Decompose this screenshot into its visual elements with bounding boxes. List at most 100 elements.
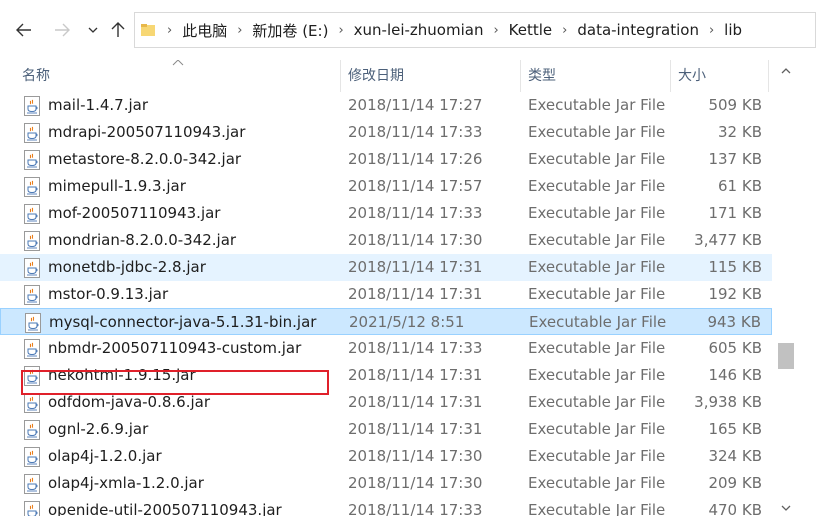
file-size: 61 KB: [718, 177, 762, 195]
file-row[interactable]: olap4j-1.2.0.jar 2018/11/14 17:30 Executab…: [0, 443, 772, 470]
column-header: 名称 修改日期 类型 大小: [0, 60, 772, 92]
file-modified-date: 2021/5/12 8:51: [349, 313, 465, 331]
scroll-thumb[interactable]: [778, 343, 794, 369]
file-row[interactable]: olap4j-xmla-1.2.0.jar 2018/11/14 17:30 Exe…: [0, 470, 772, 497]
java-jar-icon: [22, 285, 42, 305]
java-jar-icon: [22, 447, 42, 467]
java-jar-icon: [23, 313, 43, 333]
file-size: 470 KB: [708, 501, 762, 516]
file-name[interactable]: mstor-0.9.13.jar: [48, 281, 168, 308]
file-type: Executable Jar File: [528, 204, 666, 222]
column-divider[interactable]: [340, 60, 341, 92]
file-size: 605 KB: [708, 339, 762, 357]
address-path[interactable]: › 此电脑 › 新加卷 (E:) › xun-lei-zhuomian › Ke…: [134, 12, 816, 48]
column-divider[interactable]: [670, 60, 671, 92]
file-name[interactable]: ognl-2.6.9.jar: [48, 416, 148, 443]
breadcrumb-separator: ›: [167, 22, 173, 38]
file-name[interactable]: nekohtml-1.9.15.jar: [48, 362, 196, 389]
file-name[interactable]: olap4j-1.2.0.jar: [48, 443, 162, 470]
chevron-down-icon: [88, 27, 98, 33]
column-header-date[interactable]: 修改日期: [342, 60, 520, 92]
file-row[interactable]: openide-util-200507110943.jar 2018/11/14 …: [0, 497, 772, 516]
file-name[interactable]: mail-1.4.7.jar: [48, 92, 148, 119]
arrow-up-icon: [111, 22, 125, 37]
java-jar-icon: [22, 339, 42, 359]
file-modified-date: 2018/11/14 17:30: [348, 447, 483, 465]
java-jar-icon: [22, 420, 42, 440]
breadcrumb-item[interactable]: 此电脑: [182, 20, 227, 41]
java-jar-icon: [22, 474, 42, 494]
file-modified-date: 2018/11/14 17:31: [348, 393, 483, 411]
scroll-down-button[interactable]: [774, 500, 798, 516]
file-type: Executable Jar File: [528, 366, 666, 384]
column-header-type[interactable]: 类型: [522, 60, 670, 92]
file-type: Executable Jar File: [528, 231, 666, 249]
file-row[interactable]: ognl-2.6.9.jar 2018/11/14 17:31 Executable…: [0, 416, 772, 443]
chevron-up-icon: [781, 68, 791, 74]
file-type: Executable Jar File: [528, 258, 666, 276]
file-type: Executable Jar File: [528, 96, 666, 114]
column-divider[interactable]: [520, 60, 521, 92]
arrow-right-icon: [55, 23, 70, 37]
file-type: Executable Jar File: [528, 420, 666, 438]
file-type: Executable Jar File: [529, 313, 667, 331]
forward-button[interactable]: [48, 14, 76, 46]
vertical-scrollbar[interactable]: [774, 60, 798, 516]
file-size: 115 KB: [708, 258, 762, 276]
breadcrumb-item[interactable]: 新加卷 (E:): [252, 20, 328, 41]
java-jar-icon: [22, 123, 42, 143]
file-size: 165 KB: [708, 420, 762, 438]
file-row[interactable]: mail-1.4.7.jar 2018/11/14 17:27 Executable…: [0, 92, 772, 119]
java-jar-icon: [22, 366, 42, 386]
file-row[interactable]: mof-200507110943.jar 2018/11/14 17:33 Exec…: [0, 200, 772, 227]
recent-locations-button[interactable]: [84, 14, 102, 46]
file-row[interactable]: mysql-connector-java-5.1.31-bin.jar 2021/…: [0, 308, 772, 335]
file-modified-date: 2018/11/14 17:26: [348, 150, 483, 168]
file-row[interactable]: mondrian-8.2.0.0-342.jar 2018/11/14 17:30…: [0, 227, 772, 254]
file-name[interactable]: mondrian-8.2.0.0-342.jar: [48, 227, 236, 254]
file-row[interactable]: nbmdr-200507110943-custom.jar 2018/11/14 …: [0, 335, 772, 362]
file-name[interactable]: mimepull-1.9.3.jar: [48, 173, 186, 200]
breadcrumb-separator: ›: [562, 22, 568, 38]
breadcrumb-item[interactable]: lib: [724, 21, 742, 39]
file-modified-date: 2018/11/14 17:33: [348, 204, 483, 222]
file-row[interactable]: nekohtml-1.9.15.jar 2018/11/14 17:31 Execu…: [0, 362, 772, 389]
file-name[interactable]: mof-200507110943.jar: [48, 200, 220, 227]
breadcrumb-item[interactable]: xun-lei-zhuomian: [354, 21, 484, 39]
file-size: 509 KB: [708, 96, 762, 114]
file-row[interactable]: monetdb-jdbc-2.8.jar 2018/11/14 17:31 Exec…: [0, 254, 772, 281]
breadcrumb-item[interactable]: Kettle: [509, 21, 552, 39]
file-row[interactable]: mimepull-1.9.3.jar 2018/11/14 17:57 Execut…: [0, 173, 772, 200]
file-size: 171 KB: [708, 204, 762, 222]
file-name[interactable]: mysql-connector-java-5.1.31-bin.jar: [49, 309, 316, 336]
java-jar-icon: [22, 150, 42, 170]
file-modified-date: 2018/11/14 17:30: [348, 231, 483, 249]
scroll-up-button[interactable]: [774, 60, 798, 82]
breadcrumb-item[interactable]: data-integration: [577, 21, 699, 39]
column-header-size[interactable]: 大小: [672, 60, 768, 92]
file-type: Executable Jar File: [528, 123, 666, 141]
file-modified-date: 2018/11/14 17:33: [348, 123, 483, 141]
back-button[interactable]: [10, 14, 38, 46]
file-type: Executable Jar File: [528, 177, 666, 195]
column-divider[interactable]: [768, 60, 769, 92]
file-modified-date: 2018/11/14 17:31: [348, 285, 483, 303]
file-size: 32 KB: [718, 123, 762, 141]
file-name[interactable]: openide-util-200507110943.jar: [48, 497, 282, 516]
file-row[interactable]: metastore-8.2.0.0-342.jar 2018/11/14 17:2…: [0, 146, 772, 173]
file-name[interactable]: monetdb-jdbc-2.8.jar: [48, 254, 206, 281]
file-name[interactable]: metastore-8.2.0.0-342.jar: [48, 146, 241, 173]
file-name[interactable]: mdrapi-200507110943.jar: [48, 119, 245, 146]
file-modified-date: 2018/11/14 17:31: [348, 258, 483, 276]
file-name[interactable]: olap4j-xmla-1.2.0.jar: [48, 470, 204, 497]
file-name[interactable]: nbmdr-200507110943-custom.jar: [48, 335, 301, 362]
java-jar-icon: [22, 231, 42, 251]
file-row[interactable]: mdrapi-200507110943.jar 2018/11/14 17:33 E…: [0, 119, 772, 146]
breadcrumb-separator: ›: [708, 22, 715, 38]
column-header-name[interactable]: 名称: [16, 60, 340, 92]
file-row[interactable]: odfdom-java-0.8.6.jar 2018/11/14 17:31 Exe…: [0, 389, 772, 416]
up-button[interactable]: [104, 14, 132, 46]
file-name[interactable]: odfdom-java-0.8.6.jar: [48, 389, 210, 416]
java-jar-icon: [22, 501, 42, 516]
file-row[interactable]: mstor-0.9.13.jar 2018/11/14 17:31 Executab…: [0, 281, 772, 308]
